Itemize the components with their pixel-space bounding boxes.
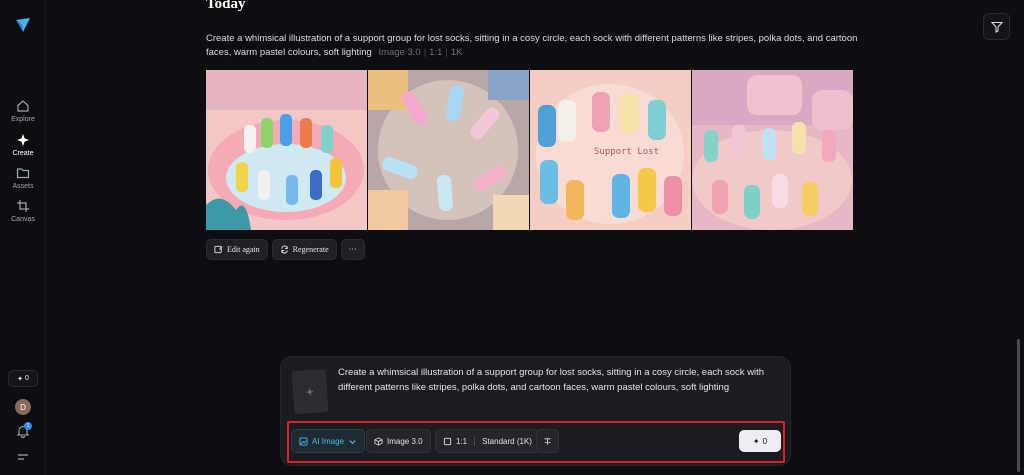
refresh-icon [281, 245, 288, 254]
text-settings-button[interactable] [536, 429, 559, 453]
sidebar-item-explore[interactable]: Explore [0, 99, 46, 123]
meta-model: Image 3.0 [378, 47, 421, 58]
generated-image-1[interactable] [206, 70, 367, 230]
upload-reference-button[interactable]: + [291, 368, 329, 415]
notification-badge: 1 [24, 422, 32, 430]
home-icon [17, 100, 29, 112]
prompt-input[interactable]: Create a whimsical illustration of a sup… [338, 365, 768, 395]
credits-count: 0 [24, 375, 29, 382]
menu-icon[interactable] [16, 452, 30, 462]
crop-icon [17, 200, 29, 212]
sidebar-item-label: Assets [12, 183, 34, 190]
text-format-icon [544, 437, 551, 445]
sidebar-item-label: Explore [11, 116, 35, 123]
generated-image-2[interactable] [368, 70, 529, 230]
image-mode-icon [299, 436, 308, 446]
image-caption-support: Support Lost [594, 147, 659, 157]
avatar[interactable]: D [15, 399, 31, 415]
generated-image-4[interactable] [692, 70, 853, 230]
generate-button[interactable]: ✦ 0 [739, 430, 781, 452]
sidebar-item-canvas[interactable]: Canvas [0, 199, 46, 223]
credits-badge[interactable]: ✦ 0 [8, 370, 38, 387]
sidebar-item-label: Create [12, 150, 34, 157]
prompt-text: Create a whimsical illustration of a sup… [206, 32, 866, 60]
cube-icon [374, 436, 383, 446]
sidebar-item-create[interactable]: Create [0, 133, 46, 157]
meta-resolution: 1K [450, 47, 463, 58]
generated-image-3[interactable]: Support Lost [530, 70, 691, 230]
quality-label: Standard (1K) [482, 436, 532, 446]
mode-label: AI Image [312, 436, 345, 446]
image-actions: Edit again Regenerate ··· [206, 239, 365, 260]
sparkle-icon [17, 134, 29, 146]
divider [474, 436, 476, 446]
folder-icon [16, 168, 30, 179]
prompt-body: Create a whimsical illustration of a sup… [206, 33, 858, 58]
page-title: Today [206, 0, 246, 12]
chevron-down-icon [349, 439, 356, 444]
filter-icon [990, 21, 1003, 33]
edit-again-label: Edit again [227, 245, 260, 254]
ratio-label: 1:1 [456, 436, 468, 446]
generate-cost: 0 [762, 436, 768, 446]
ratio-quality-selector[interactable]: 1:1 Standard (1K) [435, 429, 540, 453]
scrollbar[interactable] [1017, 339, 1020, 472]
image-gallery: Support Lost [206, 70, 853, 230]
regenerate-button[interactable]: Regenerate [271, 239, 337, 260]
edit-again-button[interactable]: Edit again [206, 239, 268, 260]
mode-selector[interactable]: AI Image [291, 429, 366, 453]
sidebar-item-label: Canvas [11, 216, 35, 223]
filter-button[interactable] [983, 13, 1010, 40]
model-selector[interactable]: Image 3.0 [366, 429, 431, 453]
meta-ratio: 1:1 [429, 47, 443, 58]
model-label: Image 3.0 [387, 436, 423, 446]
app-logo-icon[interactable] [14, 16, 32, 34]
edit-icon [214, 245, 223, 254]
sparkle-icon: ✦ [17, 375, 23, 383]
sidebar: Explore Create Assets Canvas ✦ 0 D 1 [0, 0, 46, 475]
sidebar-item-assets[interactable]: Assets [0, 166, 46, 190]
plus-icon: + [306, 384, 314, 399]
sparkle-icon: ✦ [752, 436, 760, 446]
more-options-button[interactable]: ··· [340, 239, 365, 260]
square-ratio-icon [443, 437, 452, 445]
regenerate-label: Regenerate [292, 245, 329, 254]
more-icon: ··· [348, 245, 357, 254]
generation-meta: Image 3.0 | 1:1 | 1K [378, 47, 463, 58]
